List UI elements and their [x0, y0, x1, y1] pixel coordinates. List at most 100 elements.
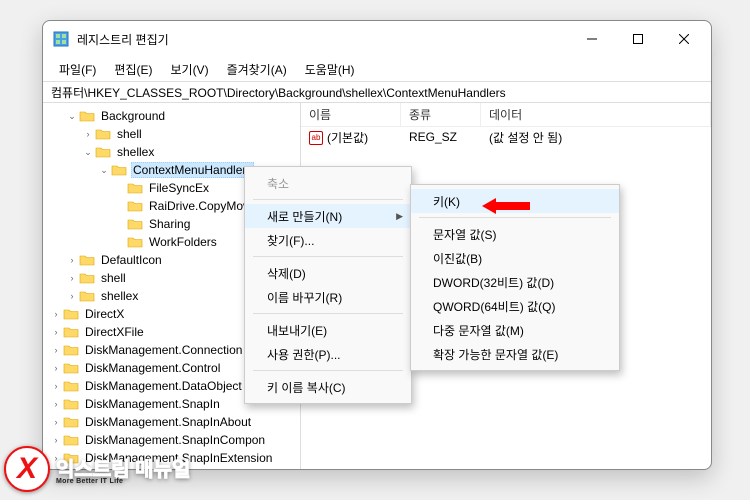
- ctx-separator: [253, 256, 403, 257]
- ctx-rename[interactable]: 이름 바꾸기(R): [245, 285, 411, 309]
- tree-item-label: shellex: [99, 289, 140, 303]
- col-header-data[interactable]: 데이터: [481, 103, 711, 126]
- value-data-cell: (값 설정 안 됨): [481, 129, 711, 146]
- ctx-new-binary[interactable]: 이진값(B): [411, 246, 619, 270]
- ctx-new-expandstring[interactable]: 확장 가능한 문자열 값(E): [411, 342, 619, 366]
- context-menu: 축소 새로 만들기(N)▶ 찾기(F)... 삭제(D) 이름 바꾸기(R) 내…: [244, 166, 412, 404]
- ctx-new-string[interactable]: 문자열 값(S): [411, 222, 619, 246]
- submenu-arrow-icon: ▶: [396, 211, 403, 222]
- menu-view[interactable]: 보기(V): [162, 59, 216, 80]
- ctx-delete[interactable]: 삭제(D): [245, 261, 411, 285]
- col-header-name[interactable]: 이름: [301, 103, 401, 126]
- tree-item-label: DirectXFile: [83, 325, 146, 339]
- tree-item-label: DiskManagement.DataObject: [83, 379, 244, 393]
- menu-help[interactable]: 도움말(H): [297, 59, 363, 80]
- maximize-button[interactable]: [615, 23, 661, 55]
- ctx-collapse: 축소: [245, 171, 411, 195]
- watermark-logo: X 익스트림 매뉴얼 More Better IT Life: [4, 446, 190, 492]
- addressbar[interactable]: 컴퓨터\HKEY_CLASSES_ROOT\Directory\Backgrou…: [43, 81, 711, 103]
- chevron-down-icon[interactable]: ⌄: [81, 145, 95, 159]
- tree-item-label: ContextMenuHandlers: [131, 162, 254, 178]
- minimize-button[interactable]: [569, 23, 615, 55]
- menu-favorites[interactable]: 즐겨찾기(A): [219, 59, 295, 80]
- chevron-right-icon[interactable]: ›: [49, 325, 63, 339]
- folder-icon: [63, 307, 79, 321]
- close-button[interactable]: [661, 23, 707, 55]
- chevron-right-icon[interactable]: ›: [49, 415, 63, 429]
- folder-icon: [63, 361, 79, 375]
- chevron-right-icon[interactable]: ›: [49, 307, 63, 321]
- tree-item[interactable]: › DiskManagement.SnapInAbout: [43, 413, 300, 431]
- folder-icon: [63, 433, 79, 447]
- chevron-right-icon[interactable]: ›: [49, 379, 63, 393]
- chevron-down-icon[interactable]: ⌄: [65, 109, 79, 123]
- tree-item-label: WorkFolders: [147, 235, 219, 249]
- ctx-find[interactable]: 찾기(F)...: [245, 228, 411, 252]
- folder-icon: [127, 217, 143, 231]
- tree-item-label: FileSyncEx: [147, 181, 211, 195]
- ctx-new-qword[interactable]: QWORD(64비트) 값(Q): [411, 294, 619, 318]
- folder-icon: [79, 109, 95, 123]
- tree-item-label: shell: [115, 127, 144, 141]
- string-value-icon: ab: [309, 131, 323, 145]
- chevron-right-icon[interactable]: ›: [49, 361, 63, 375]
- chevron-right-icon[interactable]: ›: [65, 253, 79, 267]
- tree-item-label: DefaultIcon: [99, 253, 164, 267]
- expander-placeholder: [113, 235, 127, 249]
- chevron-right-icon[interactable]: ›: [65, 289, 79, 303]
- folder-icon: [95, 145, 111, 159]
- folder-icon: [127, 181, 143, 195]
- chevron-right-icon[interactable]: ›: [49, 433, 63, 447]
- ctx-permissions[interactable]: 사용 권한(P)...: [245, 342, 411, 366]
- tree-item-label: shellex: [115, 145, 156, 159]
- tree-item[interactable]: ⌄ shellex: [43, 143, 300, 161]
- tree-item-label: DiskManagement.SnapInAbout: [83, 415, 253, 429]
- tree-item-label: RaiDrive.CopyMove: [147, 199, 258, 213]
- ctx-new-multistring[interactable]: 다중 문자열 값(M): [411, 318, 619, 342]
- value-name-cell: ab(기본값): [301, 129, 401, 146]
- folder-icon: [63, 397, 79, 411]
- chevron-right-icon[interactable]: ›: [49, 397, 63, 411]
- tree-item-label: DiskManagement.SnapInCompon: [83, 433, 267, 447]
- tree-item-label: Sharing: [147, 217, 192, 231]
- folder-icon: [63, 325, 79, 339]
- window-controls: [569, 23, 707, 55]
- tree-item-label: DiskManagement.SnapIn: [83, 397, 222, 411]
- value-type-cell: REG_SZ: [401, 130, 481, 144]
- menubar: 파일(F) 편집(E) 보기(V) 즐겨찾기(A) 도움말(H): [43, 57, 711, 81]
- folder-icon: [79, 271, 95, 285]
- folder-icon: [63, 415, 79, 429]
- expander-placeholder: [113, 199, 127, 213]
- chevron-right-icon[interactable]: ›: [49, 343, 63, 357]
- chevron-right-icon[interactable]: ›: [65, 271, 79, 285]
- tree-item-label: shell: [99, 271, 128, 285]
- ctx-copy-key-name[interactable]: 키 이름 복사(C): [245, 375, 411, 399]
- tree-item-label: Background: [99, 109, 167, 123]
- col-header-type[interactable]: 종류: [401, 103, 481, 126]
- folder-icon: [127, 235, 143, 249]
- folder-icon: [95, 127, 111, 141]
- app-icon: [53, 31, 69, 47]
- ctx-new-dword[interactable]: DWORD(32비트) 값(D): [411, 270, 619, 294]
- tree-item-label: DiskManagement.Control: [83, 361, 222, 375]
- list-header: 이름 종류 데이터: [301, 103, 711, 127]
- menu-file[interactable]: 파일(F): [51, 59, 104, 80]
- ctx-new[interactable]: 새로 만들기(N)▶: [245, 204, 411, 228]
- expander-placeholder: [113, 217, 127, 231]
- titlebar: 레지스트리 편집기: [43, 21, 711, 57]
- list-row[interactable]: ab(기본값) REG_SZ (값 설정 안 됨): [301, 127, 711, 147]
- annotation-arrow-icon: [482, 196, 532, 221]
- tree-item-label: DirectX: [83, 307, 126, 321]
- chevron-down-icon[interactable]: ⌄: [97, 163, 111, 177]
- logo-mark-icon: X: [4, 446, 50, 492]
- tree-item[interactable]: ⌄ Background: [43, 107, 300, 125]
- folder-icon: [127, 199, 143, 213]
- chevron-right-icon[interactable]: ›: [81, 127, 95, 141]
- tree-item[interactable]: › shell: [43, 125, 300, 143]
- ctx-separator: [253, 370, 403, 371]
- folder-icon: [79, 289, 95, 303]
- folder-icon: [79, 253, 95, 267]
- menu-edit[interactable]: 편집(E): [106, 59, 160, 80]
- ctx-export[interactable]: 내보내기(E): [245, 318, 411, 342]
- window-title: 레지스트리 편집기: [77, 31, 569, 48]
